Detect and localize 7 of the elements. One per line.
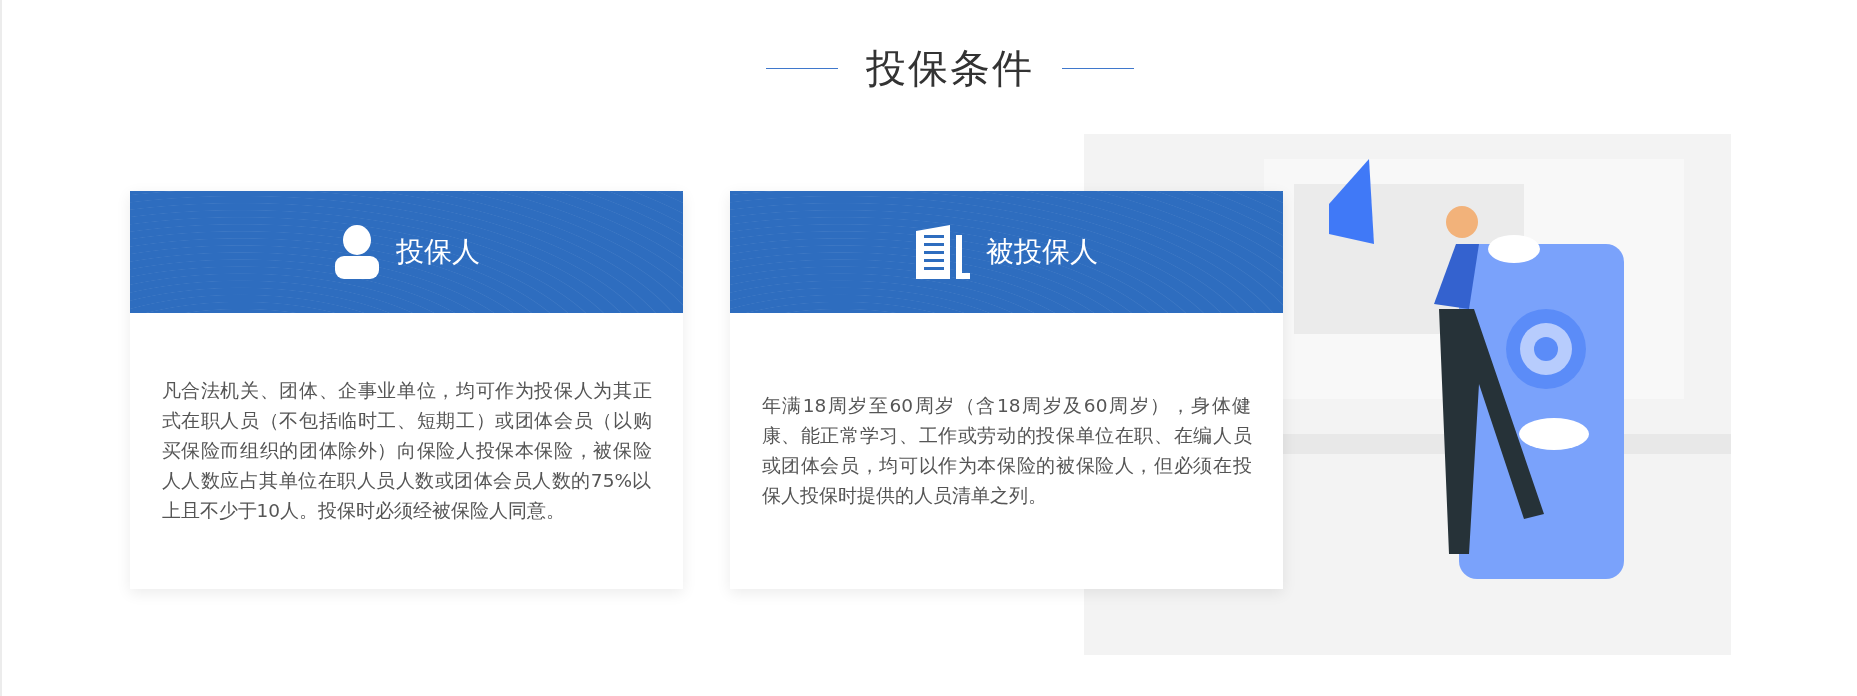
building-icon <box>915 225 970 279</box>
person-icon <box>333 225 380 279</box>
card-title: 投保人 <box>395 234 480 270</box>
section-title: 投保条件 <box>865 43 1034 93</box>
card-text: 凡合法机关、团体、企事业单位，均可作为投保人为其正式在职人员（不包括临时工、短期工）或团体会员（以购买保险而组织的团体除外）向保险人投保本保险，被保险人人数应占其单位在职人员人数或团体会员人数的75%以上且不少于10人。投保时必须经被保险人同意。 <box>161 379 652 523</box>
card-text: 年满18周岁至60周岁（含18周岁及60周岁），身体健康、能正常学习、工作或劳动的投保单位在职、在编人员或团体会员，均可以作为本保险的被保险人，但必须在投保人投保时提供的人员清单之列。 <box>761 394 1252 508</box>
card-title: 被投保人 <box>985 234 1098 270</box>
